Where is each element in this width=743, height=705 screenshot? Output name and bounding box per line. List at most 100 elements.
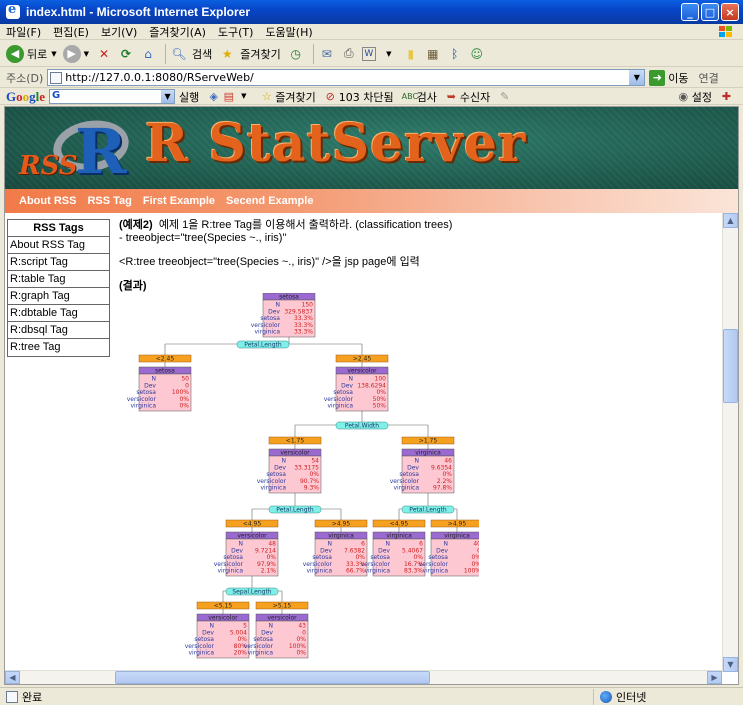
tree-node-class: setosa — [279, 294, 299, 301]
messenger-icon[interactable]: ☺ — [468, 45, 486, 63]
favorites-button[interactable]: ★ 즐겨찾기 — [218, 45, 281, 63]
links-label[interactable]: 연결 — [699, 70, 719, 86]
nav-second-example[interactable]: Secend Example — [226, 195, 313, 207]
tree-branch-text: >2.45 — [353, 356, 372, 363]
rss-banner: R RSS R StatServer — [5, 107, 738, 189]
main-content: (예제2) 예제 1을 R:tree Tag를 이용해서 출력하라. (clas… — [119, 219, 719, 293]
scroll-up-icon[interactable]: ▲ — [723, 213, 738, 228]
bluetooth-icon[interactable]: ᛒ — [446, 45, 464, 63]
sidebar-item-table-tag[interactable]: R:table Tag — [8, 271, 109, 288]
tree-node-class: versicolor — [347, 368, 377, 375]
print-icon[interactable]: ⎙ — [340, 45, 358, 63]
tree-branch-text: >1.75 — [419, 438, 438, 445]
google-search-input[interactable]: G ▼ — [49, 89, 176, 104]
sidebar-item-about-rss-tag[interactable]: About RSS Tag — [8, 237, 109, 254]
tree-node-class: versicolor — [237, 533, 267, 540]
menu-view[interactable]: 보기(V) — [101, 24, 137, 40]
tree-node-class: versicolor — [208, 615, 238, 622]
example-line-1: (예제2) 예제 1을 R:tree Tag를 이용해서 출력하라. (clas… — [119, 219, 719, 232]
site-nav: About RSS RSS Tag First Example Secend E… — [5, 189, 738, 213]
sidebar-item-graph-tag[interactable]: R:graph Tag — [8, 288, 109, 305]
sidebar-item-tree-tag[interactable]: R:tree Tag — [8, 339, 109, 356]
banner-title: R StatServer — [145, 113, 527, 174]
tree-branch-text: >4.95 — [332, 521, 351, 528]
page-done-icon — [6, 690, 18, 703]
tree-node-row-value: 97.8% — [433, 485, 452, 492]
google-spellcheck-button[interactable]: ABC 검사 — [402, 89, 437, 105]
maximize-button[interactable]: □ — [701, 3, 719, 21]
tree-node-row-value: 33.3% — [294, 329, 313, 336]
tree-node-row-label: virginica — [328, 403, 354, 410]
address-dropdown-icon[interactable]: ▼ — [629, 70, 645, 85]
forward-button[interactable]: ▶ ▼ — [62, 44, 89, 63]
google-pencil-icon[interactable]: ✎ — [498, 90, 513, 103]
tree-split-text: Petal.Length — [244, 342, 282, 349]
tree-node-row-value: 0% — [296, 650, 306, 657]
window-title: index.html - Microsoft Internet Explorer — [26, 5, 251, 19]
address-input[interactable]: http://127.0.0.1:8080/RServeWeb/ ▼ — [47, 69, 646, 86]
google-bookmarks-button[interactable]: ☆ 즐겨찾기 — [260, 89, 316, 105]
menu-help[interactable]: 도움말(H) — [265, 24, 312, 40]
tree-branch-text: <5.15 — [214, 603, 233, 610]
tree-node-row-value: 100% — [464, 568, 479, 575]
forward-arrow-icon: ▶ — [62, 44, 81, 63]
edit-word-icon[interactable]: W — [361, 46, 376, 61]
edit-dropdown-icon[interactable]: ▼ — [380, 45, 398, 63]
tree-node-row-value: 83.3% — [404, 568, 423, 575]
sidebar-item-dbsql-tag[interactable]: R:dbsql Tag — [8, 322, 109, 339]
refresh-icon[interactable]: ⟳ — [117, 45, 135, 63]
horizontal-scrollbar[interactable]: ◀ ▶ — [5, 670, 722, 684]
research-icon[interactable]: ▦ — [424, 45, 442, 63]
scroll-right-icon[interactable]: ▶ — [707, 671, 722, 684]
google-send-to-button[interactable]: ➥ 수신자 — [445, 89, 490, 105]
nav-about-rss[interactable]: About RSS — [19, 195, 76, 207]
horizontal-scroll-thumb[interactable] — [115, 671, 430, 684]
status-bar: 완료 인터넷 — [0, 687, 743, 705]
tree-branch-text: >5.15 — [273, 603, 292, 610]
back-arrow-icon: ◀ — [6, 44, 24, 63]
back-button[interactable]: ◀ 뒤로 ▼ — [6, 44, 57, 63]
stop-icon[interactable]: ✕ — [95, 45, 113, 63]
home-icon[interactable]: ⌂ — [139, 45, 157, 63]
google-run-button[interactable]: 실행 — [179, 89, 199, 105]
back-dropdown-icon[interactable]: ▼ — [51, 50, 56, 58]
google-settings-button[interactable]: ◉ 설정 — [677, 89, 712, 105]
classification-tree: setosaN 150Dev 329.5837setosa 33.3%versicol… — [127, 293, 479, 659]
nav-rss-tag[interactable]: RSS Tag — [87, 195, 131, 207]
menu-tools[interactable]: 도구(T) — [218, 24, 254, 40]
menu-favorites[interactable]: 즐겨찾기(A) — [149, 24, 206, 40]
browser-viewport: R RSS R StatServer About RSS RSS Tag Fir… — [4, 106, 739, 685]
tree-split-text: Petal.Width — [345, 423, 379, 430]
google-tools-icons[interactable]: ◈ ▤ ▼ — [207, 90, 252, 103]
mail-icon[interactable]: ✉ — [318, 45, 336, 63]
search-icon: 🔍︎ — [171, 46, 187, 61]
menu-edit[interactable]: 편집(E) — [53, 24, 89, 40]
nav-first-example[interactable]: First Example — [143, 195, 215, 207]
tree-node-row-label: virginica — [423, 568, 449, 575]
vertical-scroll-thumb[interactable] — [723, 329, 738, 403]
sidebar-item-dbtable-tag[interactable]: R:dbtable Tag — [8, 305, 109, 322]
sidebar-item-script-tag[interactable]: R:script Tag — [8, 254, 109, 271]
vertical-scrollbar[interactable]: ▲ ▼ — [722, 213, 738, 672]
status-text: 완료 — [22, 690, 43, 704]
example-line-2: - treeobject="tree(Species ~., iris)" — [119, 232, 287, 244]
close-button[interactable]: × — [721, 3, 739, 21]
go-button[interactable]: ➜ 이동 — [649, 69, 689, 86]
scroll-down-icon[interactable]: ▼ — [723, 657, 738, 672]
menu-bar: 파일(F) 편집(E) 보기(V) 즐겨찾기(A) 도구(T) 도움말(H) — [0, 24, 743, 40]
google-dropdown-icon[interactable]: ▼ — [161, 90, 175, 103]
forward-dropdown-icon[interactable]: ▼ — [84, 50, 89, 58]
spellcheck-icon: ABC — [401, 92, 419, 101]
google-extra-icon[interactable]: ✚ — [720, 90, 735, 103]
history-icon[interactable]: ◷ — [287, 45, 305, 63]
tree-branch-text: <1.75 — [286, 438, 305, 445]
menu-file[interactable]: 파일(F) — [6, 24, 41, 40]
tree-node-row-label: virginica — [365, 568, 391, 575]
bookmark-star-icon: ☆ — [261, 90, 272, 103]
notes-icon[interactable]: ▮ — [402, 45, 420, 63]
google-popup-blocker[interactable]: ⊘ 103 차단됨 — [324, 89, 394, 105]
rss-logo-text: RSS — [19, 151, 78, 181]
scroll-left-icon[interactable]: ◀ — [5, 671, 20, 684]
minimize-button[interactable]: _ — [681, 3, 699, 21]
search-button[interactable]: 🔍︎ 검색 — [170, 45, 212, 63]
